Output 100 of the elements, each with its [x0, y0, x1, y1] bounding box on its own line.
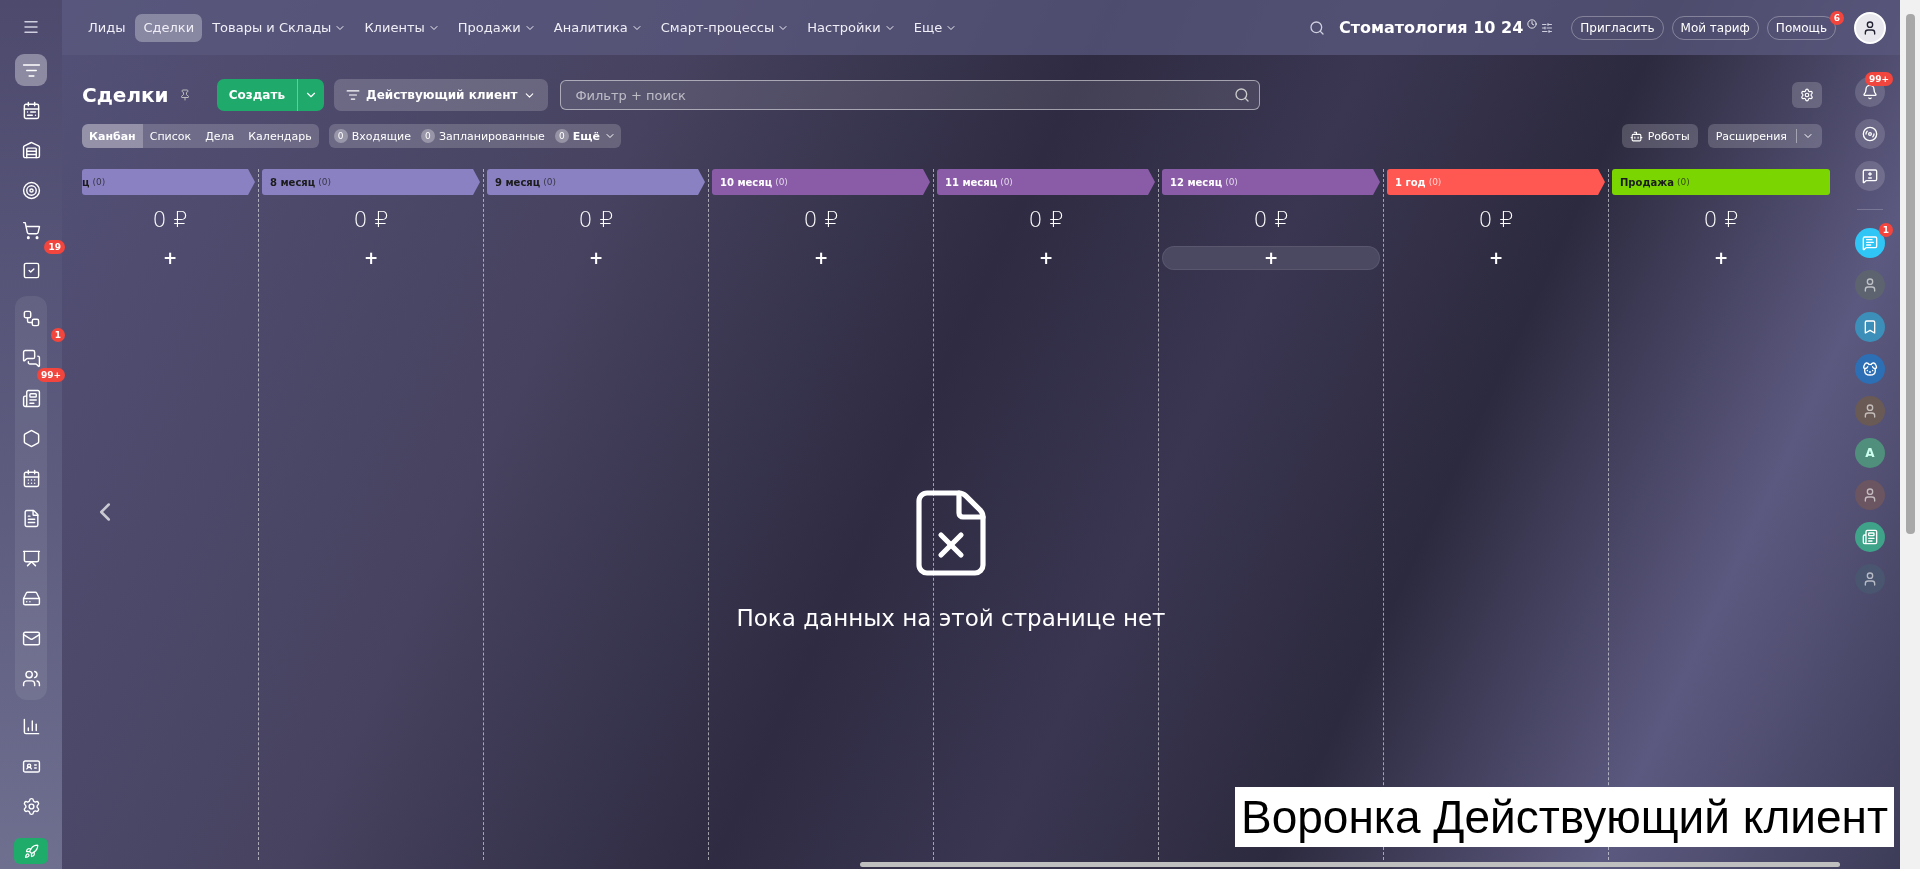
rocket-icon	[23, 843, 39, 859]
add-deal-button[interactable]: +	[1162, 246, 1380, 270]
panel-icon	[1862, 84, 1878, 100]
chat-avatar[interactable]: A	[1855, 438, 1885, 468]
count-badge: 1	[1878, 223, 1893, 237]
panel-icon	[1862, 168, 1878, 184]
panel-icon	[1862, 126, 1878, 142]
rocket-button[interactable]	[14, 838, 48, 864]
menu-icon[interactable]	[22, 18, 40, 36]
nav-tab[interactable]: Клиенты	[356, 13, 448, 42]
view-tab[interactable]: Календарь	[241, 124, 319, 148]
pin-icon[interactable]	[178, 89, 191, 101]
user-icon	[1862, 277, 1878, 293]
stage-header[interactable]: Продажа (0)	[1612, 169, 1830, 195]
stage-sum: 0 ₽	[1478, 207, 1514, 232]
stage-sum: 0 ₽	[1253, 207, 1289, 232]
counter-filter[interactable]: 0 Запланированные	[415, 124, 550, 148]
panel-button[interactable]	[1855, 119, 1885, 149]
sidebar-icon	[21, 716, 41, 736]
sliders-icon[interactable]	[1541, 21, 1554, 34]
stage-header[interactable]: 12 месяц (0)	[1162, 169, 1380, 195]
stage-sum: 0 ₽	[1703, 207, 1739, 232]
robots-button[interactable]: Роботы	[1621, 124, 1698, 148]
counter-value: 0	[554, 129, 569, 143]
nav-tab[interactable]: Еще	[905, 13, 966, 42]
sidebar-icon	[21, 508, 41, 528]
sidebar-icon	[21, 220, 41, 240]
sidebar-icon	[21, 260, 41, 280]
add-deal-button[interactable]: +	[487, 246, 705, 270]
search-icon[interactable]	[1308, 19, 1325, 36]
counter-filter[interactable]: 0 Ещё	[549, 124, 621, 148]
chat-avatar[interactable]	[1855, 270, 1885, 300]
stage-header[interactable]: ц (0)	[82, 169, 255, 195]
chat-avatar[interactable]	[1855, 480, 1885, 510]
robot-icon	[1629, 129, 1643, 143]
count-badge: 6	[1829, 10, 1844, 25]
user-avatar[interactable]	[1854, 11, 1886, 44]
nav-tab[interactable]: Продажи	[449, 13, 544, 42]
funnel-selector[interactable]: Действующий клиент	[334, 79, 549, 111]
sidebar-icon	[21, 668, 41, 688]
panel-button[interactable]	[1855, 161, 1885, 191]
sidebar-icon	[21, 308, 41, 328]
sidebar-icon	[21, 140, 41, 160]
empty-message: Пока данных на этой странице нет	[736, 605, 1166, 631]
view-tab[interactable]: Список	[142, 124, 199, 148]
user-icon	[1862, 571, 1878, 587]
user-icon	[1862, 19, 1878, 36]
sidebar-icon	[21, 588, 41, 608]
nav-tab[interactable]: Смарт-процессы	[652, 13, 798, 42]
add-deal-button[interactable]: +	[1387, 246, 1605, 270]
count-badge: 99+	[36, 368, 65, 382]
stage-header[interactable]: 10 месяц (0)	[712, 169, 930, 195]
nav-tab[interactable]: Настройки	[799, 13, 904, 42]
counter-label: Входящие	[351, 129, 411, 143]
chat-avatar[interactable]	[1855, 522, 1885, 552]
counter-filter[interactable]: 0 Входящие	[328, 124, 416, 148]
view-tab[interactable]: Дела	[198, 124, 242, 148]
nav-tab[interactable]: Лиды	[80, 13, 134, 42]
counter-label: Запланированные	[438, 129, 545, 143]
search-icon[interactable]	[1234, 87, 1251, 103]
company-name[interactable]: Стоматология 10 24	[1338, 18, 1524, 37]
sidebar-item[interactable]	[15, 54, 47, 86]
stage-header[interactable]: 8 месяц (0)	[262, 169, 480, 195]
chat-avatar[interactable]	[1855, 396, 1885, 426]
count-badge: 19	[44, 240, 65, 254]
count-badge: 1	[50, 328, 65, 342]
sidebar-icon	[21, 388, 41, 408]
add-deal-button[interactable]: +	[1612, 246, 1830, 270]
sidebar-icon	[21, 428, 41, 448]
counter-value: 0	[420, 129, 435, 143]
stage-header[interactable]: 1 год (0)	[1387, 169, 1605, 195]
chat-avatar[interactable]	[1855, 228, 1885, 258]
settings-icon	[1800, 88, 1814, 102]
nav-tab[interactable]: Аналитика	[545, 13, 651, 42]
chat-avatar[interactable]	[1855, 564, 1885, 594]
add-deal-button[interactable]: +	[262, 246, 480, 270]
sidebar-icon	[21, 548, 41, 568]
add-deal-button[interactable]: +	[712, 246, 930, 270]
stage-header[interactable]: 11 месяц (0)	[937, 169, 1155, 195]
stage-sum: 0 ₽	[803, 207, 839, 232]
scrollbar-thumb[interactable]	[1905, 14, 1915, 534]
search-field[interactable]: Фильтр + поиск	[560, 80, 1261, 110]
settings-button[interactable]	[1792, 82, 1822, 108]
caption-label: Воронка Действующий клиент	[1235, 787, 1894, 847]
add-deal-button[interactable]: +	[85, 246, 255, 270]
sidebar-icon	[21, 628, 41, 648]
add-deal-button[interactable]: +	[937, 246, 1155, 270]
clock-icon	[1527, 18, 1538, 29]
sidebar-icon	[21, 348, 41, 368]
chat-avatar[interactable]	[1855, 354, 1885, 384]
stage-sum: 0 ₽	[1028, 207, 1064, 232]
page-title: Сделки	[82, 83, 169, 107]
sidebar-icon	[21, 180, 41, 200]
nav-tab[interactable]: Товары и Склады	[204, 13, 355, 42]
scrollbar-thumb[interactable]	[860, 862, 1840, 867]
avatar-letter: A	[1865, 446, 1875, 460]
stage-header[interactable]: 9 месяц (0)	[487, 169, 705, 195]
counter-value: 0	[333, 129, 348, 143]
chat-avatar[interactable]	[1855, 312, 1885, 342]
extensions-button[interactable]: Расширения	[1707, 124, 1822, 148]
